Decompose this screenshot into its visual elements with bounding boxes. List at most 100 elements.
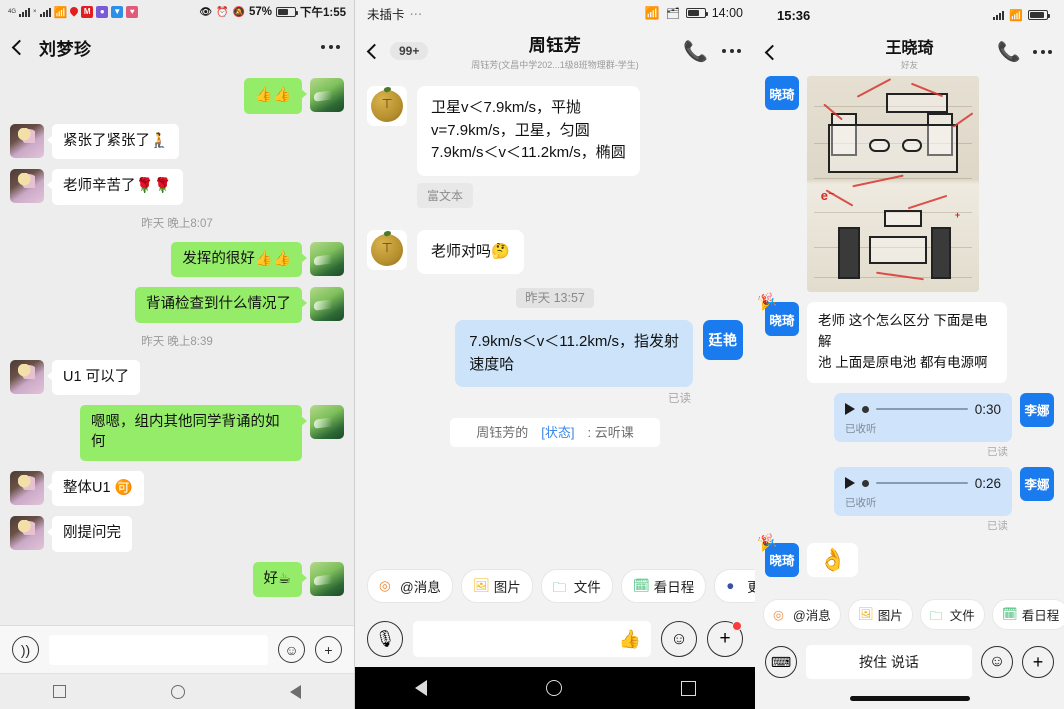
panel1-status-bar: 4G × 📶 M ● ▼ ♥ 👁 ⏰ 🔕 57% 下午1:55 (0, 0, 354, 24)
emoji-icon[interactable]: ☺ (661, 621, 697, 657)
panel1-message-list[interactable]: 👍👍 紧张了紧张了🧎 老师辛苦了🌹🌹 昨天 晚上8:07 发挥的很好👍👍 背诵检… (0, 70, 354, 625)
avatar-contact[interactable] (10, 516, 44, 551)
avatar-self[interactable]: 廷艳 (703, 320, 743, 360)
message-bubble-incoming[interactable]: 老师 这个怎么区分 下面是电解 池 上面是原电池 都有电源啊 (807, 302, 1007, 383)
progress-handle[interactable] (862, 405, 869, 413)
plus-icon[interactable]: + (315, 636, 342, 663)
recents-button[interactable] (52, 685, 66, 698)
avatar-contact[interactable] (367, 86, 407, 126)
message-row: 发挥的很好👍👍 (10, 241, 344, 278)
message-row: 背诵检查到什么情况了 (10, 287, 344, 323)
message-bubble-incoming[interactable]: 整体U1 🉑 (47, 470, 144, 507)
back-button[interactable] (366, 43, 383, 59)
panel3-message-list[interactable]: 晓琦 e⁻ + 🎉 晓琦 老师 这个怎么区分 下面是电解 池 上面是原电池 都有… (755, 74, 1064, 592)
avatar-self[interactable]: 李娜 (1020, 392, 1054, 427)
voice-wave-icon[interactable]: )) (12, 636, 39, 663)
message-row: 老师对吗🤔 (367, 229, 743, 274)
chip-file[interactable]: 🗀 文件 (540, 569, 613, 603)
message-row: 嗯嗯，组内其他同学背诵的如何 (10, 405, 344, 461)
avatar-contact[interactable]: 晓琦 (765, 302, 799, 336)
panel1-nav-bar (0, 673, 354, 709)
play-icon[interactable] (845, 403, 855, 416)
thumbs-up-icon[interactable]: 👍 (619, 629, 641, 650)
recents-button[interactable] (680, 680, 696, 696)
chip-at-message[interactable]: ◎ @消息 (763, 599, 841, 630)
message-row: 0:26 已收听 李娜 (765, 466, 1054, 516)
message-bubble-incoming[interactable]: 老师对吗🤔 (417, 229, 524, 274)
more-options-button[interactable] (321, 45, 340, 49)
voice-duration: 0:26 (974, 475, 1001, 491)
status-notice[interactable]: 周钰芳的 [状态]: 云听课 (450, 418, 660, 447)
message-bubble-incoming[interactable]: 紧张了紧张了🧎 (46, 123, 180, 160)
hold-to-talk-button[interactable]: 按住 说话 (806, 645, 972, 679)
at-message-icon: ◎ (773, 607, 784, 622)
folder-icon: 🗀 (552, 580, 567, 595)
chip-label: @消息 (793, 609, 831, 623)
avatar-contact[interactable] (367, 229, 407, 270)
avatar-contact[interactable]: 晓琦 (765, 76, 799, 110)
photo-message[interactable]: e⁻ + (807, 76, 979, 292)
panel2-message-list[interactable]: 卫星v＜7.9km/s，平抛 v=7.9km/s，卫星，匀圆 7.9km/s＜v… (355, 76, 755, 561)
message-timestamp-wrap: 昨天 13:57 (367, 287, 743, 308)
home-button[interactable] (545, 680, 562, 696)
emoji-icon[interactable]: ☺ (278, 636, 305, 663)
voice-message[interactable]: 0:30 已收听 (834, 392, 1012, 442)
message-row: 刚提问完 (10, 516, 344, 552)
avatar-self[interactable] (310, 405, 344, 440)
microphone-icon[interactable]: 🎙 (367, 621, 403, 657)
voice-message[interactable]: 0:26 已收听 (834, 466, 1012, 516)
message-input[interactable] (49, 634, 268, 665)
progress-handle[interactable] (862, 479, 869, 487)
message-timestamp: 昨天 晚上8:39 (141, 335, 213, 348)
avatar-self[interactable] (310, 287, 344, 322)
battery-icon (275, 7, 298, 17)
chip-more[interactable]: ● 更 (714, 569, 755, 603)
message-bubble-outgoing[interactable]: 背诵检查到什么情况了 (135, 287, 307, 323)
chip-file[interactable]: 🗀 文件 (919, 599, 985, 630)
message-bubble-outgoing[interactable]: 👍👍 (243, 78, 308, 114)
message-bubble-incoming[interactable]: 刚提问完 (47, 516, 132, 552)
video-call-icon[interactable]: 📞 (997, 40, 1021, 64)
progress-track[interactable] (876, 482, 968, 485)
play-icon[interactable] (845, 477, 855, 490)
message-bubble-incoming[interactable]: U1 可以了 (46, 359, 141, 396)
avatar-self[interactable] (310, 241, 344, 276)
message-bubble-incoming[interactable]: 卫星v＜7.9km/s，平抛 v=7.9km/s，卫星，匀圆 7.9km/s＜v… (417, 86, 640, 176)
plus-icon[interactable]: + (1022, 646, 1054, 678)
emoji-icon[interactable]: ☺ (981, 646, 1013, 678)
avatar-contact[interactable] (10, 123, 44, 158)
more-options-button[interactable] (1033, 50, 1052, 54)
emoji-message[interactable]: 👌 (807, 542, 859, 577)
message-bubble-incoming[interactable]: 老师辛苦了🌹🌹 (47, 169, 183, 205)
chip-at-message[interactable]: ◎ @消息 (367, 569, 453, 603)
chip-schedule[interactable]: 🗓 看日程 (620, 569, 707, 603)
chip-image[interactable]: 🖼 图片 (460, 569, 533, 603)
avatar-contact[interactable] (10, 470, 44, 505)
back-button[interactable] (11, 39, 28, 55)
chip-schedule[interactable]: 🗓 看日程 (991, 599, 1064, 630)
keyboard-icon[interactable]: ⌨ (765, 646, 797, 678)
nav-back-button[interactable] (414, 680, 427, 696)
avatar-contact[interactable] (10, 169, 44, 204)
message-bubble-outgoing[interactable]: 发挥的很好👍👍 (171, 241, 307, 278)
avatar-self[interactable] (310, 78, 344, 112)
at-message-icon: ◎ (379, 578, 391, 593)
chip-image[interactable]: 🖼 图片 (847, 599, 913, 630)
plus-icon[interactable]: + (707, 621, 743, 657)
message-input[interactable]: 👍 (413, 621, 651, 657)
message-bubble-outgoing[interactable]: 7.9km/s＜v＜11.2km/s，指发射 速度哈 (455, 320, 693, 387)
avatar-contact[interactable] (10, 359, 44, 394)
avatar-self[interactable] (310, 561, 344, 596)
back-button[interactable] (764, 44, 781, 60)
video-call-icon[interactable]: 📞 (683, 39, 708, 64)
nav-back-button[interactable] (290, 684, 302, 699)
more-options-button[interactable] (722, 49, 741, 53)
message-bubble-outgoing[interactable]: 好☕ (252, 561, 307, 598)
progress-track[interactable] (876, 408, 968, 411)
avatar-contact[interactable]: 晓琦 (765, 542, 799, 577)
home-button[interactable] (170, 684, 185, 699)
unread-count-badge[interactable]: 99+ (390, 42, 429, 60)
panel-wechat-liumengzhen: 4G × 📶 M ● ▼ ♥ 👁 ⏰ 🔕 57% 下午1:55 刘梦珍 👍👍 紧… (0, 0, 355, 709)
avatar-self[interactable]: 李娜 (1020, 466, 1054, 501)
message-bubble-outgoing[interactable]: 嗯嗯，组内其他同学背诵的如何 (80, 405, 307, 461)
